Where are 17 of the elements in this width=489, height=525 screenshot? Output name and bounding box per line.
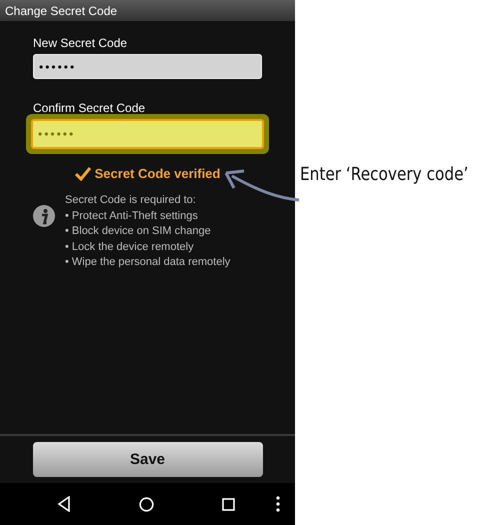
more-icon[interactable] xyxy=(276,496,280,512)
info-icon xyxy=(33,205,55,227)
info-text: • Block device on SIM change xyxy=(65,224,211,239)
recents-icon[interactable] xyxy=(222,498,235,510)
info-text: • Lock the device remotely xyxy=(65,240,194,254)
info-text: Secret Code is required to: xyxy=(65,193,196,208)
password-field[interactable]: •••••• xyxy=(33,54,262,79)
status-text: Secret Code verified xyxy=(94,166,220,181)
window-title: Change Secret Code xyxy=(0,0,295,21)
field-label: Confirm Secret Code xyxy=(33,101,146,115)
back-icon[interactable] xyxy=(57,496,71,512)
info-text: • Wipe the personal data remotely xyxy=(65,255,230,270)
callout-text: Enter ‘Recovery code’ xyxy=(300,164,468,185)
save-button[interactable]: Save xyxy=(32,442,262,477)
info-text: • Protect Anti-Theft settings xyxy=(65,208,198,224)
field-label: New Secret Code xyxy=(33,36,128,50)
home-icon[interactable] xyxy=(139,496,154,512)
